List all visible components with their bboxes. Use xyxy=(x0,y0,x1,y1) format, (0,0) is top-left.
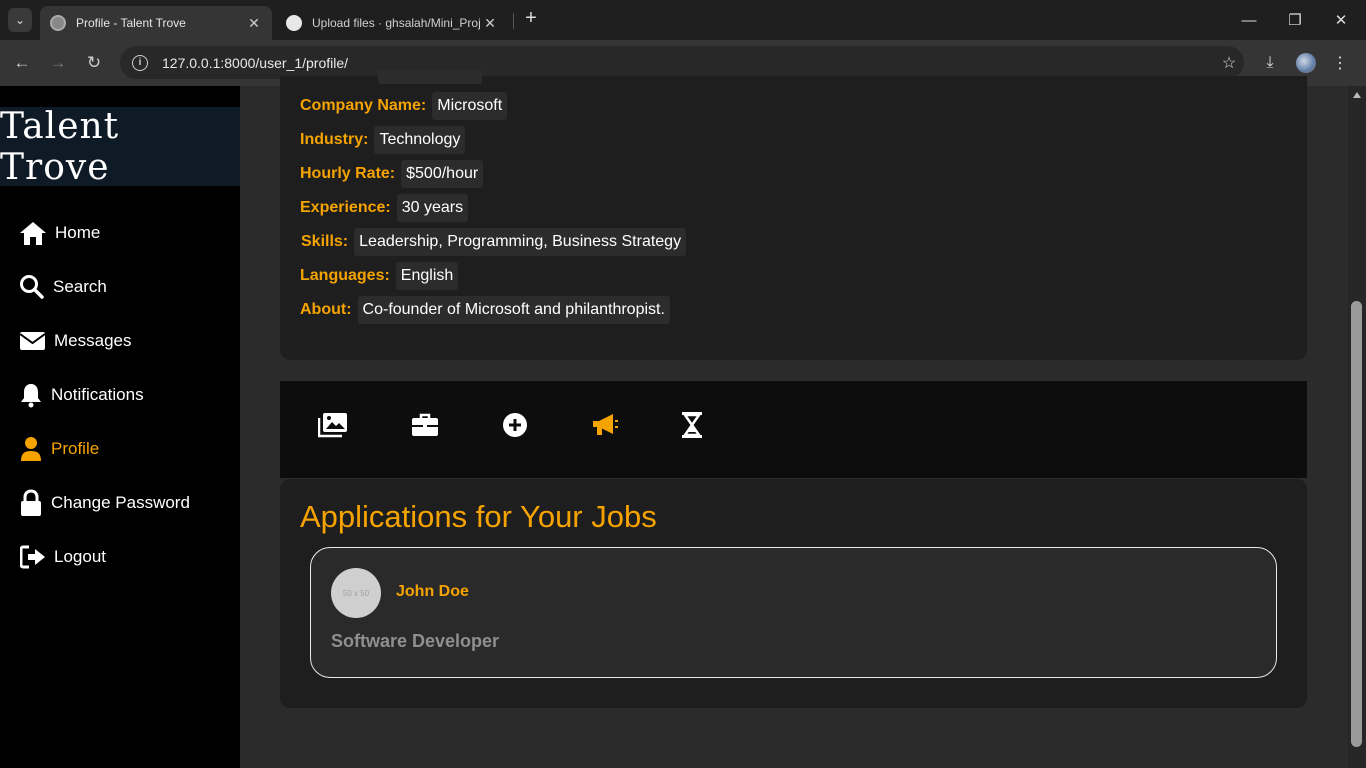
field-experience: Experience: 30 years xyxy=(300,194,469,222)
brand-logo[interactable]: Talent Trove xyxy=(0,105,240,188)
github-icon xyxy=(286,15,302,31)
reload-icon[interactable]: ↻ xyxy=(80,49,108,77)
applications-card: Applications for Your Jobs 50 x 50 John … xyxy=(280,479,1307,708)
browser-tab-active[interactable]: Profile - Talent Trove ✕ xyxy=(40,6,272,40)
back-icon[interactable]: ← xyxy=(8,49,36,77)
tab-search-chevron-icon[interactable]: ⌄ xyxy=(8,8,32,32)
field-skills: Skills: Leadership, Programming, Busines… xyxy=(301,228,687,256)
home-icon xyxy=(19,220,47,246)
logout-icon xyxy=(19,544,46,570)
field-value: Leadership, Programming, Business Strate… xyxy=(354,228,687,256)
profile-avatar[interactable] xyxy=(1292,49,1320,77)
field-label: Languages: xyxy=(300,267,390,284)
browser-tab-bar: ⌄ Profile - Talent Trove ✕ Upload files … xyxy=(0,0,1366,40)
globe-icon xyxy=(50,15,66,31)
bell-icon xyxy=(19,382,43,408)
applications-title: Applications for Your Jobs xyxy=(300,499,657,534)
application-item[interactable]: 50 x 50 John Doe Software Developer xyxy=(310,547,1277,678)
user-icon xyxy=(19,436,43,462)
tab-title: Profile - Talent Trove xyxy=(76,16,186,30)
applicant-name[interactable]: John Doe xyxy=(396,583,469,601)
main-content: x Company Name: Microsoft Industry: Tech… xyxy=(240,70,1348,768)
sidebar: Talent Trove Home Search Messages Notifi xyxy=(0,86,240,768)
job-title: Software Developer xyxy=(331,631,500,651)
scroll-thumb[interactable] xyxy=(1351,301,1362,747)
sidebar-item-change-password[interactable]: Change Password xyxy=(19,489,190,516)
field-value: English xyxy=(395,262,459,290)
lock-icon xyxy=(19,489,43,516)
forward-icon[interactable]: → xyxy=(44,49,72,77)
browser-tab[interactable]: Upload files · ghsalah/Mini_Proj ✕ xyxy=(276,6,508,40)
page-viewport: Talent Trove Home Search Messages Notifi xyxy=(0,70,1366,768)
field-label: Experience: xyxy=(300,199,391,216)
sidebar-item-home[interactable]: Home xyxy=(19,220,100,246)
tab-divider xyxy=(513,13,514,29)
brand-name: Talent Trove xyxy=(0,105,120,188)
gallery-icon[interactable] xyxy=(318,410,348,440)
sidebar-item-messages[interactable]: Messages xyxy=(19,328,131,354)
sidebar-item-profile[interactable]: Profile xyxy=(19,436,99,462)
sidebar-item-search[interactable]: Search xyxy=(19,274,107,300)
profile-details-card: x Company Name: Microsoft Industry: Tech… xyxy=(280,70,1307,360)
envelope-icon xyxy=(19,328,46,354)
field-value: Co-founder of Microsoft and philanthropi… xyxy=(357,296,670,324)
field-value: Technology xyxy=(374,126,466,154)
sidebar-item-label: Messages xyxy=(54,331,132,350)
sidebar-item-logout[interactable]: Logout xyxy=(19,544,106,570)
field-value: $500/hour xyxy=(401,160,484,188)
field-label: Hourly Rate: xyxy=(300,165,396,182)
field-label: Industry: xyxy=(300,131,369,148)
sidebar-item-notifications[interactable]: Notifications xyxy=(19,382,144,408)
site-info-icon[interactable]: i xyxy=(132,54,148,71)
field-value: Microsoft xyxy=(432,92,508,120)
tab-title: Upload files · ghsalah/Mini_Proj xyxy=(312,16,481,30)
bookmark-star-icon[interactable]: ☆ xyxy=(1214,53,1244,73)
search-icon xyxy=(19,274,45,300)
menu-dots-icon[interactable]: ⋮ xyxy=(1326,49,1354,77)
sidebar-item-label: Notifications xyxy=(51,385,144,404)
field-about: About: Co-founder of Microsoft and phila… xyxy=(300,296,670,324)
address-bar[interactable]: i 127.0.0.1:8000/user_1/profile/ ☆ xyxy=(120,46,1244,79)
close-window-icon[interactable]: ✕ xyxy=(1318,0,1364,40)
add-circle-icon[interactable] xyxy=(500,410,530,440)
close-tab-icon[interactable]: ✕ xyxy=(246,15,262,32)
field-value: 30 years xyxy=(396,194,469,222)
briefcase-icon[interactable] xyxy=(410,410,440,440)
sidebar-item-label: Logout xyxy=(54,547,106,566)
new-tab-icon[interactable]: + xyxy=(520,8,542,30)
sidebar-item-label: Search xyxy=(53,277,107,296)
sidebar-item-label: Home xyxy=(55,223,101,242)
minimize-icon[interactable]: — xyxy=(1226,0,1272,40)
scroll-up-icon[interactable] xyxy=(1353,92,1361,98)
field-label: Company Name: xyxy=(300,97,427,114)
download-icon[interactable]: ⤓ xyxy=(1256,49,1284,77)
profile-tab-bar xyxy=(280,381,1307,478)
vertical-scrollbar[interactable] xyxy=(1348,86,1366,768)
field-label: Skills: xyxy=(301,233,349,250)
megaphone-icon[interactable] xyxy=(590,410,620,440)
field-industry: Industry: Technology xyxy=(300,126,466,154)
restore-icon[interactable]: ❐ xyxy=(1272,0,1318,40)
partial-field-row: x xyxy=(300,68,482,86)
sidebar-item-label: Profile xyxy=(51,439,100,458)
field-languages: Languages: English xyxy=(300,262,459,290)
field-company-name: Company Name: Microsoft xyxy=(300,92,508,120)
avatar: 50 x 50 xyxy=(331,568,381,618)
field-hourly-rate: Hourly Rate: $500/hour xyxy=(300,160,484,188)
field-label: About: xyxy=(300,301,352,318)
sidebar-item-label: Change Password xyxy=(51,493,190,512)
close-tab-icon[interactable]: ✕ xyxy=(482,15,498,32)
hourglass-icon[interactable] xyxy=(677,410,707,440)
